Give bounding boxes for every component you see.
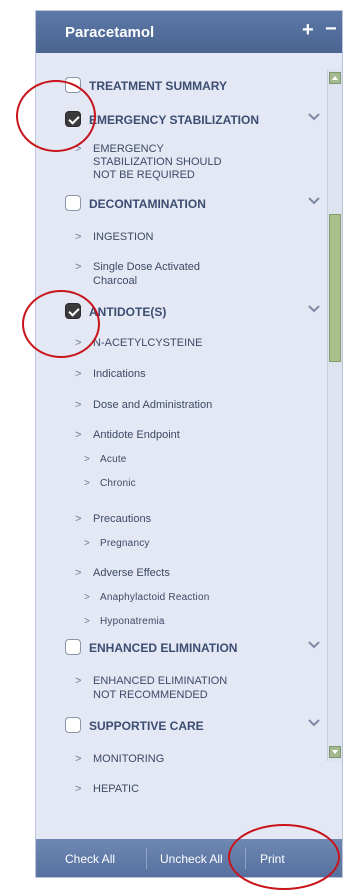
chevron-right-icon: > [75, 261, 82, 273]
section-label: SUPPORTIVE CARE [89, 719, 204, 733]
check-all-button[interactable]: Check All [65, 852, 115, 866]
chevron-down-icon[interactable] [308, 303, 320, 315]
chevron-right-icon: > [75, 399, 82, 411]
chevron-right-icon: > [75, 231, 82, 243]
chevron-right-icon: > [75, 675, 82, 687]
scrollbar-thumb[interactable] [329, 214, 341, 362]
chevron-down-icon[interactable] [308, 639, 320, 651]
chevron-right-icon: > [75, 513, 82, 525]
vertical-scrollbar[interactable] [327, 69, 342, 761]
highlight-circle [228, 824, 340, 890]
section-checkbox[interactable] [65, 639, 81, 655]
section-label: EMERGENCY STABILIZATION [89, 113, 260, 127]
chevron-right-icon: > [75, 783, 82, 795]
chevron-right-icon: > [75, 368, 82, 380]
highlight-circle [22, 290, 100, 358]
section-checkbox[interactable] [65, 717, 81, 733]
chevron-down-icon[interactable] [308, 111, 320, 123]
section-label: ANTIDOTE(S) [89, 305, 167, 319]
collapse-all-icon[interactable]: − [325, 18, 337, 41]
chevron-right-icon: > [84, 478, 91, 489]
chevron-right-icon: > [84, 538, 91, 549]
scroll-up-icon[interactable] [329, 72, 341, 84]
chevron-right-icon: > [75, 567, 82, 579]
chevron-right-icon: > [84, 616, 91, 627]
highlight-circle [16, 80, 96, 152]
chevron-right-icon: > [84, 454, 91, 465]
scroll-down-icon[interactable] [329, 746, 341, 758]
chevron-down-icon[interactable] [308, 195, 320, 207]
chevron-right-icon: > [75, 753, 82, 765]
chevron-right-icon: > [75, 429, 82, 441]
footer-divider [146, 847, 147, 869]
section-label: DECONTAMINATION [89, 197, 206, 211]
section-list: TREATMENT SUMMARY EMERGENCY STABILIZATIO… [36, 53, 326, 839]
section-label: ENHANCED ELIMINATION [89, 641, 238, 655]
uncheck-all-button[interactable]: Uncheck All [160, 852, 223, 866]
section-label: TREATMENT SUMMARY [89, 79, 227, 93]
panel-title: Paracetamol [65, 24, 155, 41]
chevron-down-icon[interactable] [308, 717, 320, 729]
panel-header: Paracetamol + − [36, 11, 342, 53]
expand-all-icon[interactable]: + [302, 19, 314, 42]
chevron-right-icon: > [84, 592, 91, 603]
section-checkbox[interactable] [65, 195, 81, 211]
